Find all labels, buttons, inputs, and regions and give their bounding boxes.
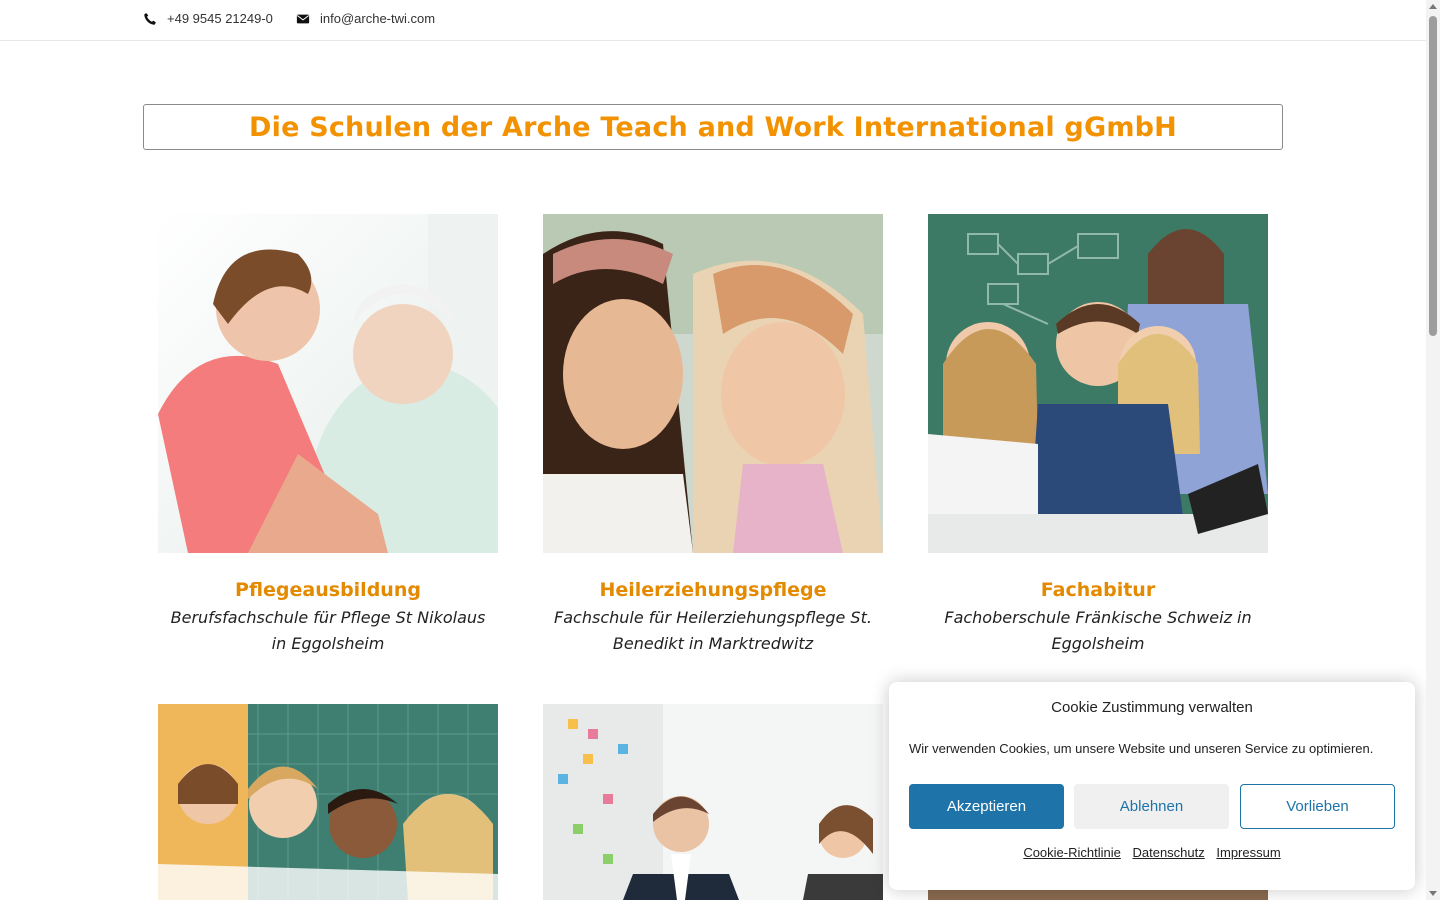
school-card-heilerziehung[interactable]: Heilerziehungspflege Fachschule für Heil… — [543, 214, 883, 657]
scroll-up-arrow-icon[interactable] — [1429, 4, 1437, 9]
school-card-business[interactable] — [543, 704, 883, 900]
school-card-pflege[interactable]: Pflegeausbildung Berufsfachschule für Pf… — [158, 214, 498, 657]
children-photo[interactable] — [158, 704, 498, 900]
vertical-scrollbar[interactable] — [1426, 0, 1440, 900]
children-illustration — [158, 704, 498, 900]
cookie-banner-message: Wir verwenden Cookies, um unsere Website… — [909, 741, 1374, 756]
card-subtitle: Berufsfachschule für Pflege St Nikolaus … — [170, 608, 486, 653]
card-title[interactable]: Fachabitur — [928, 579, 1268, 601]
phone-contact[interactable]: +49 9545 21249-0 — [143, 11, 273, 26]
page-title-box: Die Schulen der Arche Teach and Work Int… — [143, 104, 1283, 150]
page-title: Die Schulen der Arche Teach and Work Int… — [249, 111, 1177, 143]
email-address[interactable]: info@arche-twi.com — [320, 11, 435, 26]
school-card-fachabitur[interactable]: Fachabitur Fachoberschule Fränkische Sch… — [928, 214, 1268, 657]
scroll-down-arrow-icon[interactable] — [1429, 891, 1437, 896]
cookie-policy-link[interactable]: Cookie-Richtlinie — [1023, 845, 1121, 860]
phone-icon — [144, 12, 156, 25]
imprint-link[interactable]: Impressum — [1216, 845, 1280, 860]
students-illustration — [928, 214, 1268, 553]
privacy-link[interactable]: Datenschutz — [1132, 845, 1204, 860]
cookie-links: Cookie-Richtlinie Datenschutz Impressum — [889, 845, 1415, 860]
cookie-preferences-button[interactable]: Vorlieben — [1240, 784, 1395, 829]
business-illustration — [543, 704, 883, 900]
top-contact-bar: +49 9545 21249-0 info@arche-twi.com — [0, 0, 1426, 41]
business-photo[interactable] — [543, 704, 883, 900]
nursing-illustration — [158, 214, 498, 553]
scrollbar-thumb[interactable] — [1429, 16, 1437, 336]
cookie-banner-title: Cookie Zustimmung verwalten — [1051, 699, 1253, 716]
email-contact[interactable]: info@arche-twi.com — [296, 11, 435, 26]
students-photo[interactable] — [928, 214, 1268, 553]
nursing-photo[interactable] — [158, 214, 498, 553]
girls-photo[interactable] — [543, 214, 883, 553]
girls-illustration — [543, 214, 883, 553]
card-subtitle: Fachschule für Heilerziehungspflege St. … — [554, 608, 872, 653]
deny-cookies-button[interactable]: Ablehnen — [1074, 784, 1229, 829]
school-card-kids[interactable] — [158, 704, 498, 900]
card-subtitle: Fachoberschule Fränkische Schweiz in Egg… — [944, 608, 1252, 653]
phone-number[interactable]: +49 9545 21249-0 — [167, 11, 273, 26]
envelope-icon — [296, 14, 310, 23]
accept-cookies-button[interactable]: Akzeptieren — [909, 784, 1064, 829]
cookie-consent-banner: Cookie Zustimmung verwalten Wir verwende… — [889, 682, 1415, 890]
card-title[interactable]: Heilerziehungspflege — [543, 579, 883, 601]
card-title[interactable]: Pflegeausbildung — [158, 579, 498, 601]
